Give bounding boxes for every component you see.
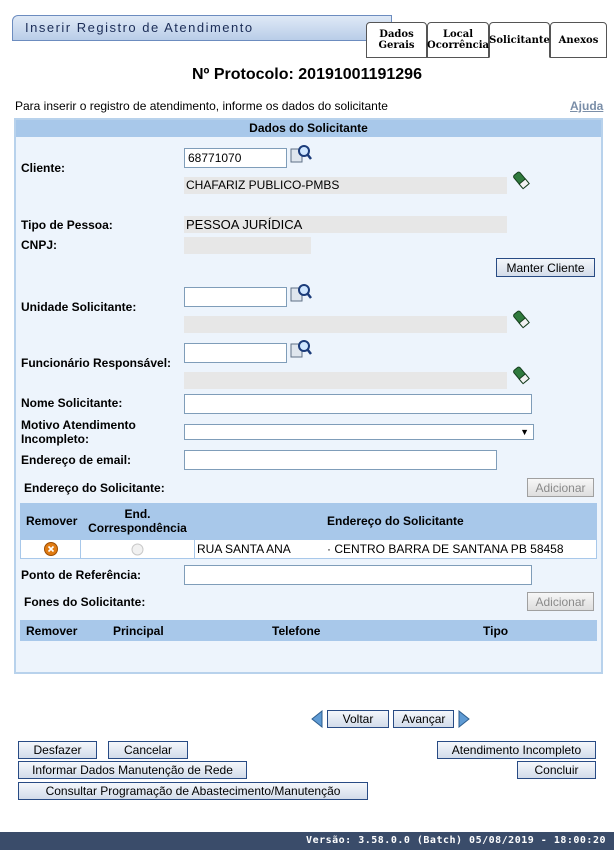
unidade-name-field bbox=[184, 316, 507, 333]
email-label: Endereço de email: bbox=[21, 453, 132, 467]
tab-dados-gerais[interactable]: Dados Gerais bbox=[366, 22, 427, 58]
cliente-name-field: CHAFARIZ PUBLICO-PMBS bbox=[184, 177, 507, 194]
informar-dados-button[interactable]: Informar Dados Manutenção de Rede bbox=[18, 761, 247, 779]
search-icon[interactable] bbox=[290, 339, 312, 359]
eraser-icon[interactable] bbox=[512, 309, 530, 329]
cnpj-label: CNPJ: bbox=[21, 238, 58, 252]
cell-divider bbox=[80, 539, 81, 559]
email-input[interactable] bbox=[184, 450, 497, 470]
funcionario-code-input[interactable] bbox=[184, 343, 287, 363]
avancar-button[interactable]: Avançar bbox=[393, 710, 454, 728]
nome-solicitante-input[interactable] bbox=[184, 394, 532, 414]
tipo-pessoa-field: PESSOA JURÍDICA bbox=[184, 216, 507, 233]
cliente-label: Cliente: bbox=[21, 161, 66, 175]
unidade-label: Unidade Solicitante: bbox=[21, 300, 137, 314]
endereco-label: Endereço do Solicitante: bbox=[24, 481, 165, 495]
col-endereco: Endereço do Solicitante bbox=[327, 514, 464, 528]
eraser-icon[interactable] bbox=[512, 365, 530, 385]
tab-label: Dados bbox=[379, 29, 414, 40]
motivo-select[interactable]: ▼ bbox=[184, 424, 534, 440]
atendimento-incompleto-button[interactable]: Atendimento Incompleto bbox=[437, 741, 596, 759]
col-principal: Principal bbox=[113, 624, 164, 638]
consultar-programacao-button[interactable]: Consultar Programação de Abastecimento/M… bbox=[18, 782, 368, 800]
tab-label: Anexos bbox=[558, 34, 599, 46]
version-footer: Versão: 3.58.0.0 (Batch) 05/08/2019 - 18… bbox=[0, 832, 614, 850]
window-title: Inserir Registro de Atendimento bbox=[12, 15, 392, 41]
concluir-button[interactable]: Concluir bbox=[517, 761, 596, 779]
desfazer-button[interactable]: Desfazer bbox=[18, 741, 97, 759]
tab-label: Ocorrência bbox=[427, 40, 490, 51]
cnpj-field bbox=[184, 237, 311, 254]
remove-icon[interactable] bbox=[44, 542, 58, 556]
tab-label: Local bbox=[442, 29, 474, 40]
col-telefone: Telefone bbox=[272, 624, 321, 638]
cell-divider bbox=[194, 539, 195, 559]
address-street: RUA SANTA ANA bbox=[197, 542, 291, 556]
cliente-code-input[interactable] bbox=[184, 148, 287, 168]
search-icon[interactable] bbox=[290, 283, 312, 303]
col-remover: Remover bbox=[26, 624, 78, 638]
instructions-text: Para inserir o registro de atendimento, … bbox=[15, 99, 388, 113]
ponto-label: Ponto de Referência: bbox=[21, 568, 142, 582]
voltar-button[interactable]: Voltar bbox=[327, 710, 389, 728]
cancelar-button[interactable]: Cancelar bbox=[108, 741, 188, 759]
arrow-right-icon[interactable] bbox=[458, 710, 470, 728]
col-label: Correspondência bbox=[88, 521, 187, 535]
tab-solicitante[interactable]: Solicitante bbox=[489, 22, 550, 58]
dropdown-arrow-icon: ▼ bbox=[520, 427, 529, 437]
motivo-label-line: Motivo Atendimento bbox=[21, 418, 136, 432]
col-tipo: Tipo bbox=[483, 624, 509, 638]
col-end-correspondencia: End. Correspondência bbox=[80, 507, 195, 535]
help-link[interactable]: Ajuda bbox=[570, 99, 603, 113]
protocol-number: Nº Protocolo: 20191001191296 bbox=[192, 66, 422, 83]
tipo-pessoa-label: Tipo de Pessoa: bbox=[21, 218, 113, 232]
funcionario-name-field bbox=[184, 372, 507, 389]
manter-cliente-button[interactable]: Manter Cliente bbox=[496, 258, 595, 277]
ponto-referencia-input[interactable] bbox=[184, 565, 532, 585]
tab-label: Gerais bbox=[378, 40, 415, 51]
fones-label: Fones do Solicitante: bbox=[24, 595, 146, 609]
address-rest: · CENTRO BARRA DE SANTANA PB 58458 bbox=[327, 542, 564, 556]
search-icon[interactable] bbox=[290, 144, 312, 164]
section-title: Dados do Solicitante bbox=[16, 120, 601, 137]
correspondence-radio[interactable] bbox=[131, 543, 144, 556]
adicionar-fone-button[interactable]: Adicionar bbox=[527, 592, 594, 611]
eraser-icon[interactable] bbox=[512, 170, 530, 190]
arrow-left-icon[interactable] bbox=[311, 710, 323, 728]
motivo-label: Motivo Atendimento Incompleto: bbox=[21, 418, 136, 446]
tab-label: Solicitante bbox=[489, 34, 550, 46]
col-remover: Remover bbox=[26, 514, 78, 528]
nome-label: Nome Solicitante: bbox=[21, 396, 123, 410]
funcionario-label: Funcionário Responsável: bbox=[21, 356, 172, 370]
adicionar-endereco-button[interactable]: Adicionar bbox=[527, 478, 594, 497]
motivo-label-line: Incompleto: bbox=[21, 432, 89, 446]
tab-local-ocorrencia[interactable]: Local Ocorrência bbox=[427, 22, 489, 58]
tab-anexos[interactable]: Anexos bbox=[550, 22, 607, 58]
col-label: End. bbox=[124, 507, 151, 521]
unidade-code-input[interactable] bbox=[184, 287, 287, 307]
